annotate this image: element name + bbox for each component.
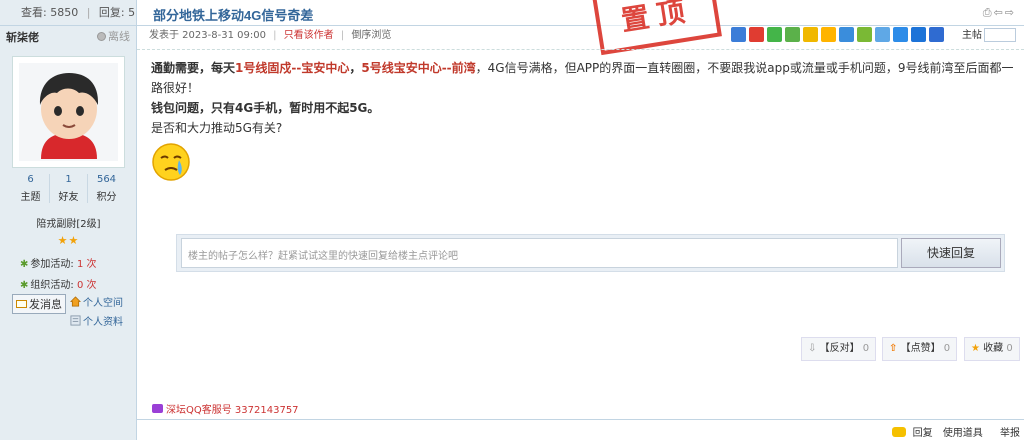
thread-nav-icons: ⎙⇦⇨ [983, 6, 1016, 20]
report-link[interactable]: 举报 [1000, 428, 1020, 439]
count-threads[interactable]: 6 主题 [12, 174, 50, 203]
activity-join: ✱ 参加活动: 1 次 [20, 255, 97, 270]
share-moments-icon[interactable] [785, 27, 800, 42]
share-more-icon[interactable] [911, 27, 926, 42]
send-message-button[interactable]: 发消息 [12, 294, 66, 314]
share-qzone-icon[interactable] [821, 27, 836, 42]
favorite-label: 收藏 [983, 343, 1004, 354]
activity-org-label: 组织活动: [30, 280, 74, 291]
qq-service-label: 深坛QQ客服号 3372143757 [166, 405, 299, 416]
quick-reply-box: 楼主的帖子怎么样？赶紧试试这里的快速回复给楼主点评论吧 快速回复 [176, 234, 1005, 272]
envelope-icon [16, 300, 27, 308]
post-paragraph-3: 是否和大力推动5G有关? [151, 121, 283, 135]
qq-icon [152, 404, 163, 413]
activity-join-value[interactable]: 1 次 [77, 259, 97, 270]
online-status-label: 离线 [108, 30, 130, 43]
offline-icon [97, 32, 106, 41]
next-thread-icon[interactable]: ⇨ [1005, 6, 1016, 19]
thread-stats: 查看: 5850 | 回复: 5 [0, 0, 136, 26]
qq-service-link[interactable]: 深坛QQ客服号 3372143757 [152, 401, 299, 416]
oppose-count: 0 [862, 343, 870, 354]
support-button[interactable]: ⇧ 【点赞】 0 [882, 337, 958, 361]
share-add-icon[interactable] [731, 27, 746, 42]
crying-emoji-icon [152, 143, 190, 181]
only-author-link[interactable]: 只看该作者 [284, 30, 334, 41]
count-label: 积分 [96, 192, 117, 203]
post-paragraph-1: 通勤需要，每天1号线固戍--宝安中心，5号线宝安中心--前湾，4G信号满格，但A… [151, 61, 1014, 95]
avatar-image [19, 63, 118, 161]
author-name[interactable]: 斩柒佬 [6, 31, 39, 44]
support-label: 【点赞】 [900, 343, 941, 354]
activity-icon: ✱ [20, 259, 29, 270]
count-label: 主题 [20, 192, 41, 203]
use-tool-link[interactable]: 使用道具 [943, 428, 983, 439]
count-friends[interactable]: 1 好友 [50, 174, 88, 203]
floor-label: 主帖 [962, 30, 982, 41]
activity-icon: ✱ [20, 280, 29, 291]
thread-titlebar: 部分地铁上移动4G信号奇差 ⎙⇦⇨ [137, 0, 1024, 26]
share-icons [731, 27, 944, 42]
reply-link[interactable]: 回复 [913, 428, 933, 439]
author-sidebar: 查看: 5850 | 回复: 5 斩柒佬 离线 6 主题 1 好友 564 积分 陪戎… [0, 0, 137, 440]
reverse-order-link[interactable]: 倒序浏览 [351, 30, 391, 41]
favorite-button[interactable]: ★ 收藏 0 [964, 337, 1020, 361]
post-content: 通勤需要，每天1号线固戍--宝安中心，5号线宝安中心--前湾，4G信号满格，但A… [151, 58, 1023, 188]
online-status: 离线 [97, 26, 130, 48]
send-message-label: 发消息 [29, 298, 62, 311]
views-count: 5850 [50, 6, 79, 19]
arrow-down-icon: ⇩ [808, 343, 817, 354]
favorite-count: 0 [1006, 343, 1013, 354]
profile-icon [70, 315, 81, 326]
share-note-icon[interactable] [875, 27, 890, 42]
post-time: 发表于 2023-8-31 09:00 [149, 30, 266, 41]
quick-reply-input[interactable]: 楼主的帖子怎么样？赶紧试试这里的快速回复给楼主点评论吧 [181, 238, 898, 268]
post-info-bar: 发表于 2023-8-31 09:00 | 只看该作者 | 倒序浏览 主帖 [137, 26, 1024, 50]
replies-count: 5 [128, 6, 136, 19]
home-icon [70, 296, 81, 307]
personal-space-label: 个人空间 [83, 298, 123, 309]
share-douban-icon[interactable] [857, 27, 872, 42]
oppose-button[interactable]: ⇩ 【反对】 0 [801, 337, 877, 361]
star-icon: ★ [971, 343, 980, 354]
floor-jump-input[interactable] [984, 28, 1016, 42]
activity-join-label: 参加活动: [30, 259, 74, 270]
count-points[interactable]: 564 积分 [88, 174, 125, 203]
share-qq-icon[interactable] [803, 27, 818, 42]
share-tqq-icon[interactable] [839, 27, 854, 42]
count-value: 1 [65, 174, 72, 185]
profile-label: 个人资料 [83, 317, 123, 328]
author-row: 斩柒佬 离线 [0, 26, 136, 48]
share-email-icon[interactable] [893, 27, 908, 42]
personal-space-link[interactable]: 个人空间 [70, 294, 123, 309]
oppose-label: 【反对】 [819, 343, 860, 354]
avatar[interactable] [12, 56, 125, 168]
rank-stars-icon: ★★ [57, 234, 80, 247]
prev-thread-icon[interactable]: ⇦ [994, 6, 1005, 19]
share-renren-icon[interactable] [929, 27, 944, 42]
count-value: 6 [27, 174, 34, 185]
thread-title: 部分地铁上移动4G信号奇差 [153, 8, 314, 24]
print-icon[interactable]: ⎙ [983, 6, 994, 19]
post-paragraph-2: 钱包问题，只有4G手机，暂时用不起5G。 [151, 101, 380, 115]
views-label: 查看 [21, 6, 43, 19]
share-weibo-icon[interactable] [749, 27, 764, 42]
quick-reply-button[interactable]: 快速回复 [901, 238, 1001, 268]
avatar-illustration [39, 73, 98, 159]
count-label: 好友 [58, 192, 79, 203]
count-value: 564 [96, 174, 117, 185]
activity-org-value[interactable]: 0 次 [77, 280, 97, 291]
replies-label: 回复 [98, 6, 121, 19]
reply-icon [891, 427, 906, 437]
activity-organize: ✱ 组织活动: 0 次 [20, 276, 97, 291]
author-counts: 6 主题 1 好友 564 积分 [12, 174, 125, 203]
profile-link[interactable]: 个人资料 [70, 313, 123, 328]
post-bottom-bar: 回复 使用道具 举报 [137, 419, 1024, 440]
support-count: 0 [943, 343, 951, 354]
share-wechat-icon[interactable] [767, 27, 782, 42]
author-rank: 陪戎副尉[2级] [36, 219, 101, 230]
arrow-up-icon: ⇧ [889, 343, 898, 354]
